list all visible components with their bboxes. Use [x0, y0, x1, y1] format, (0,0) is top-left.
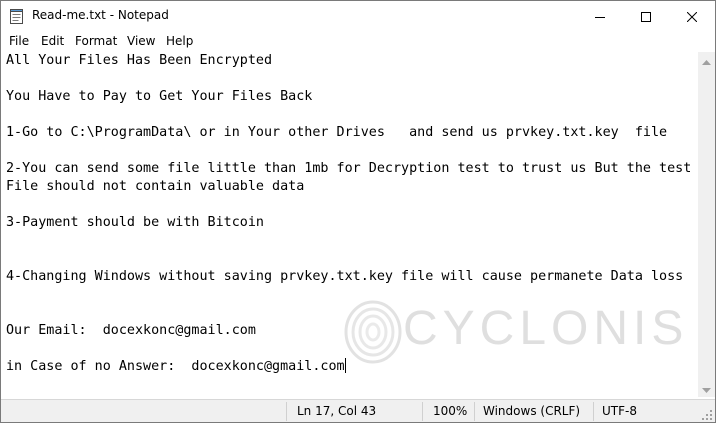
window-title: Read-me.txt - Notepad [32, 8, 169, 22]
menu-edit[interactable]: Edit [41, 34, 64, 48]
menu-file[interactable]: File [9, 34, 29, 48]
menu-bar: File Edit Format View Help [1, 32, 715, 52]
text-line: You Have to Pay to Get Your Files Back [6, 89, 313, 104]
text-line: in Case of no Answer: docexkonc@gmail.co… [6, 359, 345, 374]
status-bar: Ln 17, Col 43 100% Windows (CRLF) UTF-8 [1, 399, 715, 422]
menu-view[interactable]: View [127, 34, 155, 48]
status-encoding: UTF-8 [602, 404, 637, 418]
maximize-icon [641, 7, 651, 26]
menu-help[interactable]: Help [166, 34, 193, 48]
scroll-up-button[interactable] [698, 52, 715, 69]
chevron-down-icon [702, 379, 711, 398]
minimize-button[interactable] [577, 1, 623, 32]
text-line: 1-Go to C:\ProgramData\ or in Your other… [6, 125, 668, 140]
notepad-window: Read-me.txt - Notepad File Edit Format V… [0, 0, 716, 423]
resize-grip-icon[interactable] [701, 409, 713, 421]
scroll-down-button[interactable] [698, 380, 715, 397]
text-line: File should not contain valuable data [6, 179, 305, 194]
status-divider [474, 402, 475, 421]
close-button[interactable] [669, 1, 715, 32]
text-line: All Your Files Has Been Encrypted [6, 53, 273, 68]
chevron-up-icon [702, 51, 711, 70]
text-line: 3-Payment should be with Bitcoin [6, 215, 264, 230]
vertical-scrollbar[interactable] [698, 52, 715, 397]
text-line-caret: in Case of no Answer: docexkonc@gmail.co… [6, 358, 346, 376]
menu-format[interactable]: Format [75, 34, 117, 48]
status-divider [593, 402, 594, 421]
text-caret [344, 358, 346, 373]
maximize-button[interactable] [623, 1, 669, 32]
status-divider [422, 402, 423, 421]
status-cursor-position: Ln 17, Col 43 [297, 404, 377, 418]
text-line: Our Email: docexkonc@gmail.com [6, 323, 256, 338]
title-bar[interactable]: Read-me.txt - Notepad [1, 1, 715, 32]
minimize-icon [595, 7, 605, 26]
notepad-icon [10, 9, 23, 24]
text-editor[interactable]: All Your Files Has Been Encrypted You Ha… [1, 52, 698, 397]
scrollbar-track[interactable] [699, 69, 714, 380]
status-divider [286, 402, 287, 421]
text-line: 2-You can send some file little than 1mb… [6, 161, 692, 176]
close-icon [686, 7, 698, 26]
status-line-ending: Windows (CRLF) [483, 404, 581, 418]
text-line: 4-Changing Windows without saving prvkey… [6, 269, 684, 284]
status-zoom: 100% [433, 404, 468, 418]
